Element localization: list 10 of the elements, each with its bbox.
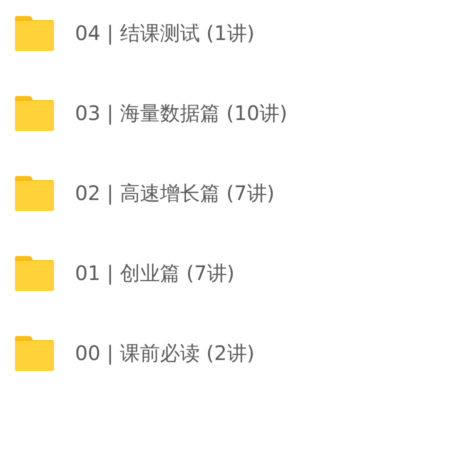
folder-icon [14, 94, 55, 132]
folder-icon [14, 334, 55, 372]
folder-icon [14, 14, 55, 52]
folder-name[interactable]: 02 | 高速增长篇 (7讲) [75, 180, 275, 206]
folder-name[interactable]: 01 | 创业篇 (7讲) [75, 260, 235, 286]
folder-name[interactable]: 03 | 海量数据篇 (10讲) [75, 100, 288, 126]
folder-name[interactable]: 04 | 结课测试 (1讲) [75, 20, 255, 46]
folder-icon [14, 254, 55, 292]
folder-name[interactable]: 00 | 课前必读 (2讲) [75, 340, 255, 366]
folder-icon [14, 174, 55, 212]
